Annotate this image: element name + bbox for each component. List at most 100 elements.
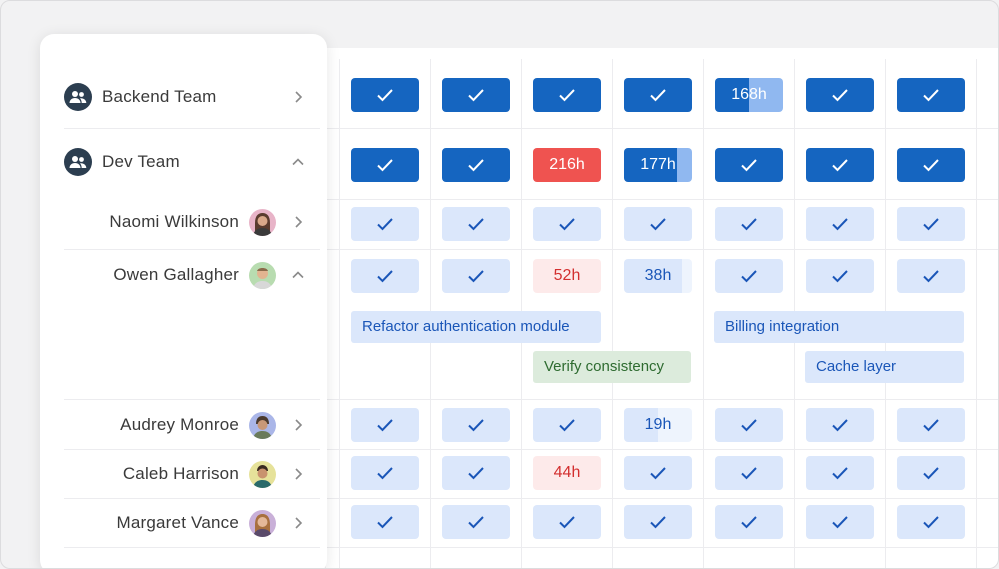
sidebar-item-owen-gallagher[interactable]: Owen Gallagher bbox=[40, 255, 327, 295]
availability-cell[interactable] bbox=[351, 505, 419, 539]
chevron-right-icon[interactable] bbox=[291, 418, 305, 432]
availability-cell[interactable] bbox=[806, 259, 874, 293]
checkmark-icon bbox=[376, 418, 394, 432]
task-bar[interactable]: Billing integration bbox=[714, 311, 964, 343]
chevron-up-icon[interactable] bbox=[291, 268, 305, 282]
checkmark-icon bbox=[376, 466, 394, 480]
availability-cell[interactable] bbox=[442, 207, 510, 241]
availability-cell[interactable] bbox=[442, 148, 510, 182]
availability-cell[interactable] bbox=[806, 78, 874, 112]
availability-cell[interactable] bbox=[715, 259, 783, 293]
hours-cell[interactable]: 216h bbox=[533, 148, 601, 182]
checkmark-icon bbox=[831, 466, 849, 480]
checkmark-icon bbox=[558, 88, 576, 102]
availability-cell[interactable] bbox=[351, 456, 419, 490]
divider bbox=[64, 399, 320, 400]
availability-cell[interactable] bbox=[806, 148, 874, 182]
sidebar-item-naomi-wilkinson[interactable]: Naomi Wilkinson bbox=[40, 202, 327, 242]
availability-cell[interactable] bbox=[533, 505, 601, 539]
checkmark-icon bbox=[376, 269, 394, 283]
availability-cell[interactable] bbox=[351, 259, 419, 293]
availability-cell[interactable] bbox=[351, 78, 419, 112]
availability-cell[interactable] bbox=[897, 78, 965, 112]
availability-cell[interactable] bbox=[897, 408, 965, 442]
grid-row-divider bbox=[326, 399, 998, 400]
availability-cell[interactable] bbox=[351, 408, 419, 442]
hours-label: 168h bbox=[731, 86, 767, 103]
availability-cell[interactable] bbox=[351, 148, 419, 182]
schedule-grid bbox=[326, 48, 998, 568]
divider bbox=[64, 128, 320, 129]
availability-cell[interactable] bbox=[624, 505, 692, 539]
availability-cell[interactable] bbox=[715, 408, 783, 442]
hours-cell[interactable]: 38h bbox=[624, 259, 692, 293]
checkmark-icon bbox=[558, 418, 576, 432]
sidebar-item-margaret-vance[interactable]: Margaret Vance bbox=[40, 503, 327, 543]
chevron-right-icon[interactable] bbox=[291, 516, 305, 530]
divider bbox=[64, 449, 320, 450]
checkmark-icon bbox=[649, 217, 667, 231]
hours-cell[interactable]: 44h bbox=[533, 456, 601, 490]
grid-column-divider bbox=[976, 59, 977, 568]
checkmark-icon bbox=[558, 515, 576, 529]
hours-label: 44h bbox=[553, 464, 581, 481]
grid-row-divider bbox=[326, 498, 998, 499]
chevron-right-icon[interactable] bbox=[291, 467, 305, 481]
availability-cell[interactable] bbox=[897, 505, 965, 539]
availability-cell[interactable] bbox=[442, 408, 510, 442]
checkmark-icon bbox=[831, 88, 849, 102]
chevron-right-icon[interactable] bbox=[291, 215, 305, 229]
availability-cell[interactable] bbox=[897, 207, 965, 241]
availability-cell[interactable] bbox=[897, 456, 965, 490]
availability-cell[interactable] bbox=[806, 207, 874, 241]
availability-cell[interactable] bbox=[715, 456, 783, 490]
hours-label: 38h bbox=[644, 267, 672, 284]
app-window: 168h 216h 177h 52h 38h 19h 44h Refactor authen… bbox=[0, 0, 999, 569]
availability-cell[interactable] bbox=[442, 78, 510, 112]
member-name: Owen Gallagher bbox=[113, 265, 239, 284]
checkmark-icon bbox=[740, 466, 758, 480]
availability-cell[interactable] bbox=[897, 259, 965, 293]
task-bar[interactable]: Refactor authentication module bbox=[351, 311, 601, 343]
grid-row-divider bbox=[326, 199, 998, 200]
checkmark-icon bbox=[831, 269, 849, 283]
member-name: Caleb Harrison bbox=[122, 464, 239, 483]
availability-cell[interactable] bbox=[624, 78, 692, 112]
availability-cell[interactable] bbox=[442, 505, 510, 539]
availability-cell[interactable] bbox=[533, 207, 601, 241]
checkmark-icon bbox=[922, 158, 940, 172]
checkmark-icon bbox=[649, 466, 667, 480]
availability-cell[interactable] bbox=[351, 207, 419, 241]
availability-cell[interactable] bbox=[715, 207, 783, 241]
availability-cell[interactable] bbox=[806, 505, 874, 539]
availability-cell[interactable] bbox=[897, 148, 965, 182]
task-bar[interactable]: Verify consistency bbox=[533, 351, 691, 383]
availability-cell[interactable] bbox=[806, 408, 874, 442]
availability-cell[interactable] bbox=[624, 207, 692, 241]
checkmark-icon bbox=[467, 466, 485, 480]
task-bar[interactable]: Cache layer bbox=[805, 351, 964, 383]
chevron-up-icon[interactable] bbox=[291, 155, 305, 169]
availability-cell[interactable] bbox=[624, 456, 692, 490]
hours-cell[interactable]: 177h bbox=[624, 148, 692, 182]
sidebar-panel: Backend Team Dev Team Naomi Wilkinson Ow… bbox=[40, 34, 327, 568]
grid-row-divider bbox=[326, 128, 998, 129]
sidebar-item-dev-team[interactable]: Dev Team bbox=[40, 137, 327, 187]
hours-cell[interactable]: 52h bbox=[533, 259, 601, 293]
availability-cell[interactable] bbox=[806, 456, 874, 490]
sidebar-item-backend-team[interactable]: Backend Team bbox=[40, 72, 327, 122]
availability-cell[interactable] bbox=[715, 505, 783, 539]
hours-cell[interactable]: 168h bbox=[715, 78, 783, 112]
availability-cell[interactable] bbox=[442, 456, 510, 490]
checkmark-icon bbox=[922, 217, 940, 231]
sidebar-item-audrey-monroe[interactable]: Audrey Monroe bbox=[40, 405, 327, 445]
availability-cell[interactable] bbox=[442, 259, 510, 293]
divider bbox=[64, 498, 320, 499]
sidebar-item-caleb-harrison[interactable]: Caleb Harrison bbox=[40, 454, 327, 494]
availability-cell[interactable] bbox=[533, 78, 601, 112]
chevron-right-icon[interactable] bbox=[291, 90, 305, 104]
checkmark-icon bbox=[467, 88, 485, 102]
availability-cell[interactable] bbox=[533, 408, 601, 442]
hours-cell[interactable]: 19h bbox=[624, 408, 692, 442]
availability-cell[interactable] bbox=[715, 148, 783, 182]
